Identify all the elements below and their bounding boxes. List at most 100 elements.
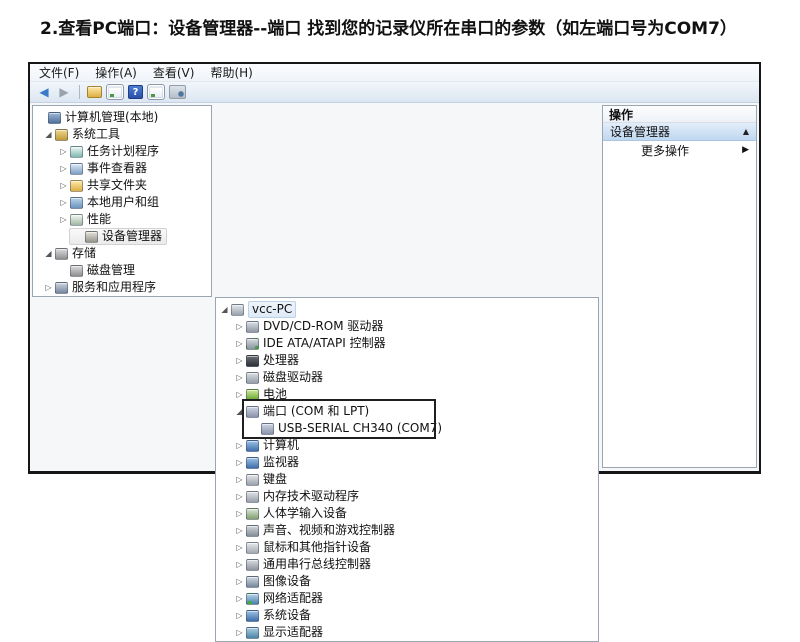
menu-item[interactable]: 帮助(H) <box>210 64 252 81</box>
tree-item[interactable]: ▷ 性能 <box>33 211 211 228</box>
expander-icon[interactable]: ▷ <box>233 629 246 637</box>
console-tree-icon[interactable] <box>106 84 124 100</box>
tree-item-label: 共享文件夹 <box>87 178 147 193</box>
actions-device-manager-section[interactable]: 设备管理器 ▲ <box>603 123 756 141</box>
collapse-icon[interactable]: ▲ <box>743 127 749 136</box>
tree-item-label: 计算机管理(本地) <box>65 110 158 125</box>
expander-icon[interactable]: ▷ <box>233 544 246 552</box>
expander-icon[interactable]: ▷ <box>233 357 246 365</box>
item-icon <box>70 180 83 192</box>
more-actions-item[interactable]: 更多操作 ▶ <box>603 141 756 159</box>
device-item-label: 键盘 <box>263 472 287 487</box>
device-tree-item[interactable]: ◢ 端口 (COM 和 LPT) <box>216 403 598 420</box>
device-icon <box>246 474 259 486</box>
tree-item[interactable]: ◢ 存储 <box>33 245 211 262</box>
expander-icon[interactable]: ▷ <box>233 442 246 450</box>
tree-item[interactable]: ▷ 共享文件夹 <box>33 177 211 194</box>
menu-item[interactable]: 文件(F) <box>39 64 79 81</box>
export-list-icon[interactable] <box>147 84 165 100</box>
back-icon[interactable]: ◀ <box>36 86 52 98</box>
item-icon <box>70 214 83 226</box>
expander-icon[interactable]: ▷ <box>233 527 246 535</box>
expander-icon[interactable]: ◢ <box>42 131 55 139</box>
tree-item-label: 事件查看器 <box>87 161 147 176</box>
expander-icon[interactable]: ▷ <box>57 165 70 173</box>
scan-hardware-icon[interactable] <box>169 85 186 99</box>
device-tree-item[interactable]: ▷ 声音、视频和游戏控制器 <box>216 522 598 539</box>
tree-item[interactable]: ▷ 事件查看器 <box>33 160 211 177</box>
tree-item[interactable]: 磁盘管理 <box>33 262 211 279</box>
content-area: 计算机管理(本地) ◢ 系统工具 ▷ 任务计划程序 ▷ 事件查看器 ▷ <box>30 103 759 471</box>
expander-icon[interactable]: ▷ <box>57 148 70 156</box>
expander-icon[interactable]: ▷ <box>233 323 246 331</box>
device-tree-item[interactable]: ▷ 网络适配器 <box>216 590 598 607</box>
device-tree-item[interactable]: ▷ DVD/CD-ROM 驱动器 <box>216 318 598 335</box>
expander-icon[interactable]: ▷ <box>57 182 70 190</box>
device-tree-item[interactable]: ▷ IDE ATA/ATAPI 控制器 <box>216 335 598 352</box>
expander-icon[interactable]: ▷ <box>233 340 246 348</box>
device-tree-item[interactable]: ▷ 图像设备 <box>216 573 598 590</box>
device-tree-item[interactable]: ▷ 内存技术驱动程序 <box>216 488 598 505</box>
expander-icon[interactable]: ◢ <box>42 250 55 258</box>
device-tree-item[interactable]: ▷ 电池 <box>216 386 598 403</box>
expander-icon[interactable]: ▷ <box>233 459 246 467</box>
device-tree-item[interactable]: ▷ 监视器 <box>216 454 598 471</box>
device-item-label: IDE ATA/ATAPI 控制器 <box>263 336 386 351</box>
device-tree-item[interactable]: USB-SERIAL CH340 (COM7) <box>216 420 598 437</box>
device-tree-item[interactable]: ▷ 计算机 <box>216 437 598 454</box>
expander-icon[interactable]: ▷ <box>233 561 246 569</box>
expander-icon[interactable]: ▷ <box>233 510 246 518</box>
expander-icon[interactable]: ▷ <box>233 374 246 382</box>
menu-item[interactable]: 操作(A) <box>95 64 137 81</box>
tree-item[interactable]: ◢ 系统工具 <box>33 126 211 143</box>
tree-item[interactable]: ▷ 服务和应用程序 <box>33 279 211 296</box>
folder-up-icon[interactable] <box>87 86 102 98</box>
expander-icon[interactable]: ▷ <box>57 199 70 207</box>
tree-item-label: 设备管理器 <box>102 229 162 244</box>
tree-item[interactable]: ▷ 本地用户和组 <box>33 194 211 211</box>
device-icon <box>231 304 244 316</box>
device-icon <box>246 559 259 571</box>
menu-item[interactable]: 查看(V) <box>153 64 195 81</box>
device-item-label: USB-SERIAL CH340 (COM7) <box>278 421 442 436</box>
expander-icon[interactable]: ▷ <box>42 284 55 292</box>
tree-item[interactable]: ▷ 任务计划程序 <box>33 143 211 160</box>
tree-item[interactable]: 计算机管理(本地) <box>33 109 211 126</box>
item-icon <box>55 248 68 260</box>
device-tree-item[interactable]: ▷ 磁盘驱动器 <box>216 369 598 386</box>
device-icon <box>246 576 259 588</box>
expander-icon[interactable]: ▷ <box>233 476 246 484</box>
device-icon <box>246 525 259 537</box>
tree-item[interactable]: 设备管理器 <box>69 228 167 245</box>
device-item-label: 网络适配器 <box>263 591 323 606</box>
expander-icon[interactable]: ▷ <box>233 612 246 620</box>
help-icon[interactable]: ? <box>128 85 143 99</box>
device-tree-item[interactable]: ▷ 系统设备 <box>216 607 598 624</box>
device-tree-item[interactable]: ◢ vcc-PC <box>216 301 598 318</box>
item-icon <box>70 163 83 175</box>
expander-icon[interactable]: ◢ <box>233 408 246 416</box>
device-tree-item[interactable]: ▷ 处理器 <box>216 352 598 369</box>
device-tree-item[interactable]: ▷ 显示适配器 <box>216 624 598 641</box>
expander-icon[interactable]: ▷ <box>233 391 246 399</box>
device-tree-item[interactable]: ▷ 通用串行总线控制器 <box>216 556 598 573</box>
expander-icon[interactable]: ▷ <box>57 216 70 224</box>
expander-icon[interactable]: ▷ <box>233 578 246 586</box>
expander-icon[interactable]: ▷ <box>233 493 246 501</box>
forward-icon[interactable]: ▶ <box>56 86 72 98</box>
expander-icon[interactable]: ▷ <box>233 595 246 603</box>
expander-icon[interactable]: ◢ <box>218 306 231 314</box>
actions-panel: 操作 设备管理器 ▲ 更多操作 ▶ <box>602 105 757 468</box>
device-icon <box>246 593 259 605</box>
device-icon <box>246 440 259 452</box>
device-item-label: 系统设备 <box>263 608 311 623</box>
device-item-label: 端口 (COM 和 LPT) <box>263 404 369 419</box>
device-icon <box>246 389 259 401</box>
item-icon <box>48 112 61 124</box>
device-tree-item[interactable]: ▷ 键盘 <box>216 471 598 488</box>
device-list-panel: ◢ vcc-PC ▷ DVD/CD-ROM 驱动器 ▷ IDE ATA/ATAP… <box>215 297 599 642</box>
device-item-label: 显示适配器 <box>263 625 323 640</box>
device-tree-item[interactable]: ▷ 人体学输入设备 <box>216 505 598 522</box>
device-item-label: 人体学输入设备 <box>263 506 347 521</box>
device-tree-item[interactable]: ▷ 鼠标和其他指针设备 <box>216 539 598 556</box>
